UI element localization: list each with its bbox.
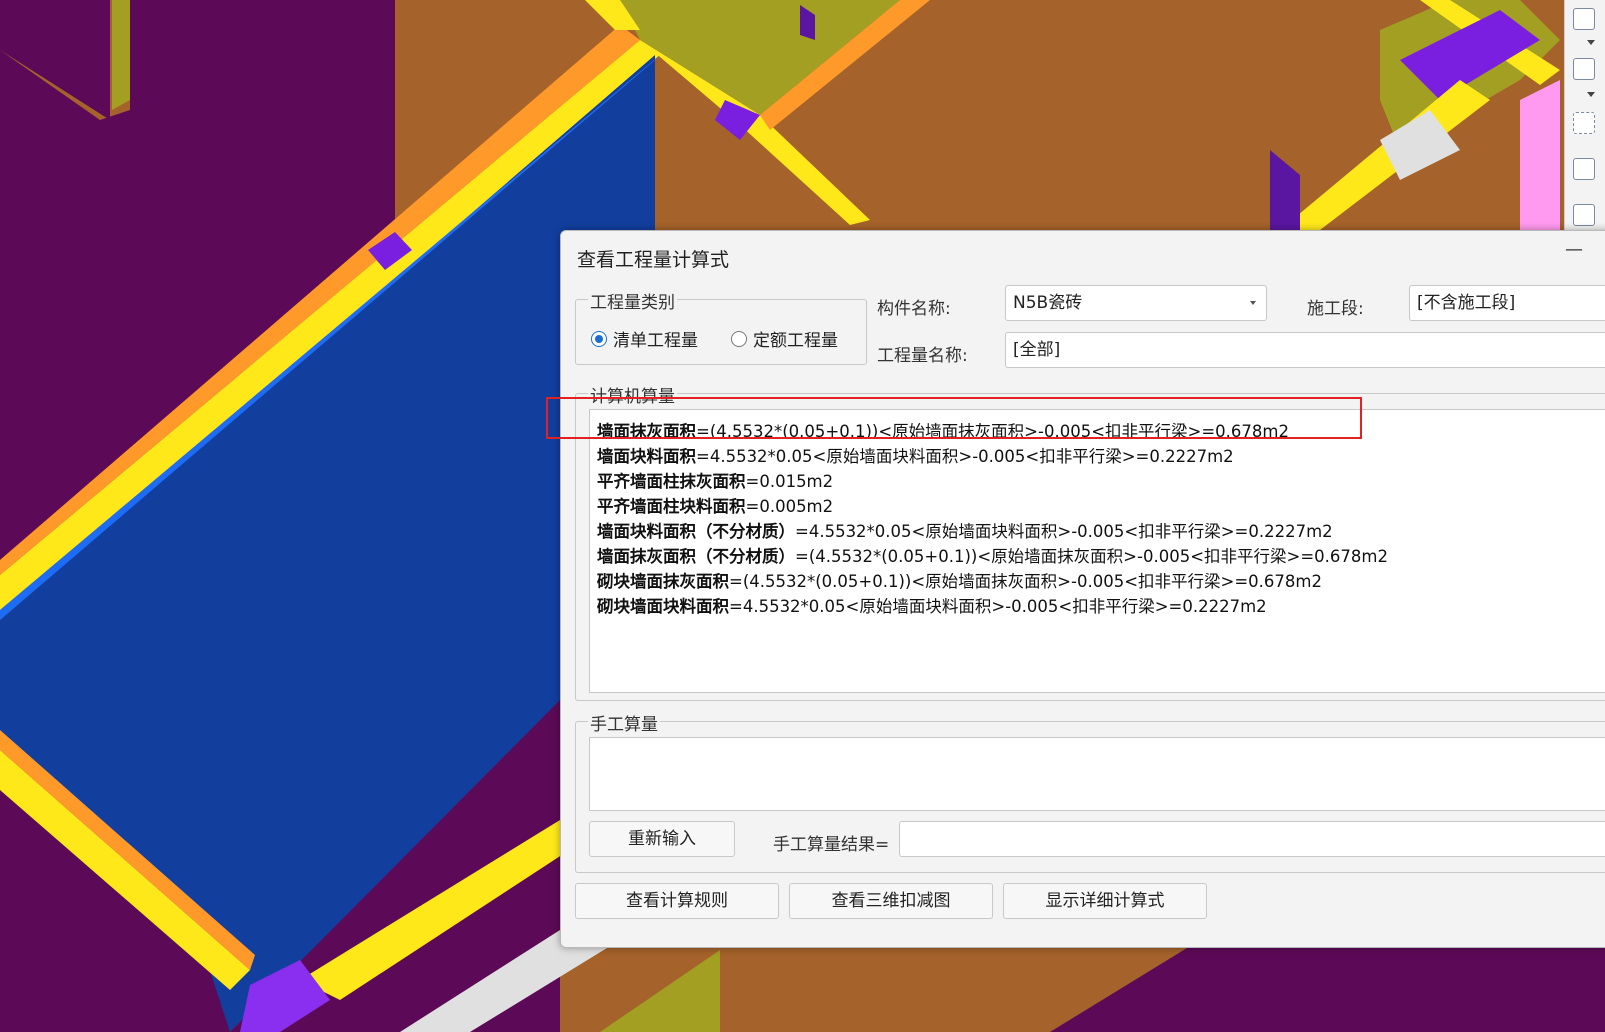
- list-icon[interactable]: [1573, 204, 1595, 226]
- formula-expression: =0.015m2: [745, 472, 834, 491]
- component-name-select[interactable]: N5B瓷砖: [1005, 285, 1267, 321]
- radio-unchecked-icon: [731, 330, 747, 347]
- formula-line: 砌块墙面抹灰面积=(4.5532*(0.05+0.1))<原始墙面抹灰面积>-0…: [597, 568, 1322, 592]
- phase-value: [不含施工段]: [1417, 293, 1516, 313]
- formula-name: 平齐墙面柱抹灰面积: [597, 472, 746, 491]
- formula-name: 墙面块料面积（不分材质）: [597, 522, 795, 541]
- formula-name: 墙面抹灰面积（不分材质）: [597, 547, 795, 566]
- formula-expression: =4.5532*0.05<原始墙面块料面积>-0.005<扣非平行梁>=0.22…: [696, 447, 1234, 466]
- formula-expression: =4.5532*0.05<原始墙面块料面积>-0.005<扣非平行梁>=0.22…: [729, 597, 1267, 616]
- phase-label: 施工段:: [1307, 299, 1364, 319]
- formula-expression: =(4.5532*(0.05+0.1))<原始墙面抹灰面积>-0.005<扣非平…: [795, 547, 1388, 566]
- manual-quantity-input[interactable]: [589, 737, 1605, 811]
- group-legend: 工程量类别: [588, 288, 677, 313]
- quantity-name-label: 工程量名称:: [877, 346, 968, 366]
- chevron-down-icon: [1250, 301, 1256, 305]
- radio-label: 定额工程量: [753, 331, 838, 351]
- chevron-down-icon[interactable]: [1587, 92, 1595, 97]
- formula-expression: =0.005m2: [745, 497, 834, 516]
- radio-quota-quantity[interactable]: 定额工程量: [731, 326, 838, 351]
- view-calc-rules-button[interactable]: 查看计算规则: [575, 883, 779, 919]
- reenter-button[interactable]: 重新输入: [589, 821, 735, 857]
- manual-result-field[interactable]: [899, 821, 1605, 857]
- formula-name: 平齐墙面柱块料面积: [597, 497, 746, 516]
- formula-line: 砌块墙面块料面积=4.5532*0.05<原始墙面块料面积>-0.005<扣非平…: [597, 593, 1267, 617]
- quantity-name-select[interactable]: [全部]: [1005, 332, 1605, 368]
- formula-line: 墙面块料面积=4.5532*0.05<原始墙面块料面积>-0.005<扣非平行梁…: [597, 443, 1234, 467]
- formula-name: 砌块墙面抹灰面积: [597, 572, 729, 591]
- quantity-formula-dialog: 查看工程量计算式 — 工程量类别 清单工程量 定额工程量 构件名称: N5B瓷砖…: [560, 230, 1605, 948]
- formula-line: 平齐墙面柱块料面积=0.005m2: [597, 493, 833, 517]
- formula-expression: =4.5532*0.05<原始墙面块料面积>-0.005<扣非平行梁>=0.22…: [795, 522, 1333, 541]
- layer-icon[interactable]: [1573, 58, 1595, 80]
- minimize-button[interactable]: —: [1562, 239, 1586, 263]
- formula-name: 砌块墙面块料面积: [597, 597, 729, 616]
- group-legend: 手工算量: [588, 710, 660, 735]
- formula-line: 平齐墙面柱抹灰面积=0.015m2: [597, 468, 833, 492]
- red-highlight-box: [546, 397, 1362, 439]
- formula-line: 墙面块料面积（不分材质）=4.5532*0.05<原始墙面块料面积>-0.005…: [597, 518, 1333, 542]
- cube-icon[interactable]: [1573, 158, 1595, 180]
- side-toolbar: [1564, 0, 1605, 230]
- chevron-down-icon[interactable]: [1587, 40, 1595, 45]
- formula-name: 墙面块料面积: [597, 447, 696, 466]
- formula-line: 墙面抹灰面积（不分材质）=(4.5532*(0.05+0.1))<原始墙面抹灰面…: [597, 543, 1388, 567]
- quantity-name-value: [全部]: [1013, 340, 1061, 360]
- component-name-label: 构件名称:: [877, 299, 951, 319]
- radio-bill-quantity[interactable]: 清单工程量: [591, 326, 698, 351]
- computed-formula-text[interactable]: 墙面抹灰面积=(4.5532*(0.05+0.1))<原始墙面抹灰面积>-0.0…: [589, 409, 1605, 693]
- formula-expression: =(4.5532*(0.05+0.1))<原始墙面抹灰面积>-0.005<扣非平…: [729, 572, 1322, 591]
- radio-label: 清单工程量: [613, 331, 698, 351]
- select-box-icon[interactable]: [1573, 112, 1595, 134]
- manual-result-label: 手工算量结果=: [773, 835, 890, 855]
- dialog-title: 查看工程量计算式: [577, 249, 730, 271]
- view-toggle-icon[interactable]: [1573, 8, 1595, 30]
- component-name-value: N5B瓷砖: [1013, 293, 1083, 313]
- show-detail-formula-button[interactable]: 显示详细计算式: [1003, 883, 1207, 919]
- radio-checked-icon: [591, 330, 607, 347]
- phase-select[interactable]: [不含施工段]: [1409, 285, 1605, 321]
- view-3d-deduction-button[interactable]: 查看三维扣减图: [789, 883, 993, 919]
